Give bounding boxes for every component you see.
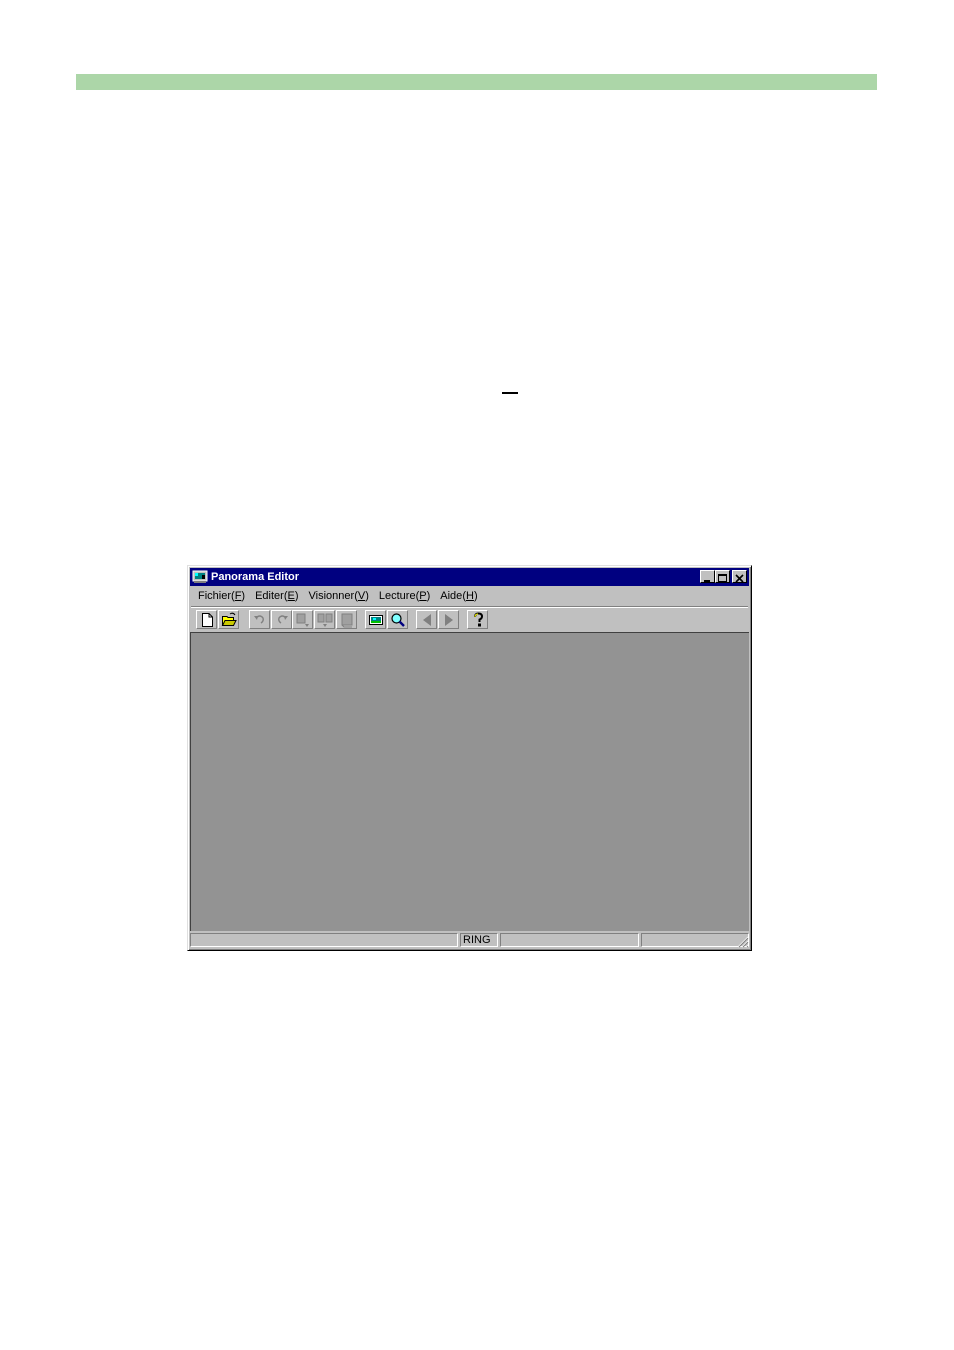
status-pane-info	[500, 933, 639, 947]
status-pane-mode: RING	[460, 933, 498, 947]
minimize-icon	[704, 580, 710, 582]
editor-workspace[interactable]	[190, 632, 749, 931]
window-controls	[700, 570, 747, 583]
undo-button[interactable]	[249, 610, 270, 629]
zoom-icon	[391, 613, 405, 627]
panorama-app-icon	[192, 570, 208, 584]
status-pane-extra	[641, 933, 749, 947]
redo-button[interactable]	[271, 610, 292, 629]
panorama-view-icon	[369, 615, 383, 625]
open-file-button[interactable]	[218, 610, 239, 629]
image-insert-button[interactable]	[292, 610, 313, 629]
minimize-button[interactable]	[700, 570, 715, 583]
help-button[interactable]	[467, 610, 488, 629]
window-title: Panorama Editor	[211, 571, 300, 583]
panorama-view-button[interactable]	[365, 610, 386, 629]
new-file-button[interactable]	[196, 610, 217, 629]
image-split-icon	[317, 613, 333, 627]
frame-button[interactable]	[336, 610, 357, 629]
previous-arrow-icon	[423, 614, 431, 626]
next-arrow-icon	[445, 614, 453, 626]
frame-icon	[341, 613, 353, 628]
status-pane-message	[190, 933, 458, 947]
maximize-button[interactable]	[715, 570, 730, 583]
menu-visionner[interactable]: Visionner(V)	[304, 590, 374, 602]
top-color-band	[76, 74, 877, 90]
image-insert-icon	[296, 613, 309, 627]
menu-editer[interactable]: Editer(E)	[250, 590, 303, 602]
help-icon	[474, 612, 484, 627]
menu-fichier[interactable]: Fichier(F)	[191, 590, 250, 602]
open-folder-icon	[221, 612, 237, 626]
panorama-editor-window: Panorama Editor Fichier(F) Editer(E) Vis…	[187, 565, 752, 951]
undo-icon	[254, 615, 264, 624]
dash-mark	[502, 392, 518, 394]
menu-bar: Fichier(F) Editer(E) Visionner(V) Lectur…	[191, 587, 748, 605]
previous-button[interactable]	[416, 610, 437, 629]
image-split-button[interactable]	[314, 610, 335, 629]
menu-lecture[interactable]: Lecture(P)	[374, 590, 435, 602]
close-button[interactable]	[732, 570, 747, 583]
status-bar: RING	[190, 932, 749, 948]
toolbar	[191, 606, 748, 631]
maximize-icon	[718, 574, 727, 582]
menu-aide[interactable]: Aide(H)	[435, 590, 482, 602]
resize-grip-icon[interactable]	[736, 935, 749, 948]
close-icon	[735, 574, 744, 583]
title-bar[interactable]: Panorama Editor	[190, 568, 749, 586]
next-button[interactable]	[438, 610, 459, 629]
redo-icon	[278, 615, 288, 624]
new-file-icon	[202, 613, 213, 627]
zoom-button[interactable]	[387, 610, 408, 629]
